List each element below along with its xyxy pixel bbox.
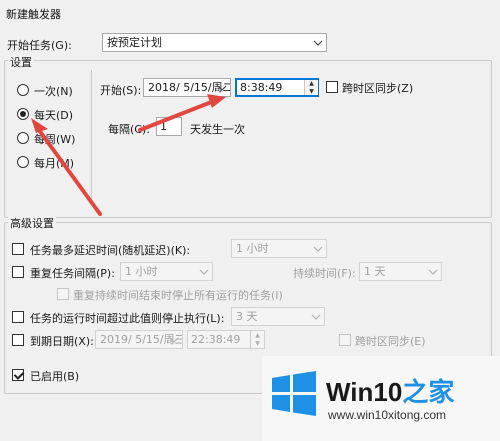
every-suffix: 天发生一次 bbox=[190, 123, 245, 136]
expire-time-value: 22:38:49 bbox=[191, 333, 241, 346]
start-date-picker[interactable]: 2018/ 5/15/周二 bbox=[143, 78, 231, 97]
radio-once[interactable] bbox=[17, 84, 29, 96]
stop-long-label: 任务的运行时间超过此值则停止执行(L): bbox=[30, 312, 225, 325]
every-days-value: 1 bbox=[160, 120, 167, 133]
radio-weekly-label: 每周(W) bbox=[34, 133, 76, 146]
chevron-down-icon bbox=[310, 240, 326, 257]
start-label: 开始(S): bbox=[100, 84, 142, 97]
enabled-checkbox[interactable] bbox=[12, 369, 24, 381]
expire-sync-label: 跨时区同步(E) bbox=[355, 335, 426, 348]
watermark-brand-suffix: 之家 bbox=[402, 377, 455, 407]
delay-label: 任务最多延迟时间(随机延迟)(K): bbox=[30, 244, 191, 257]
spin-down-icon[interactable]: ▼ bbox=[305, 88, 318, 96]
watermark: Win10之家 www.win10xitong.com bbox=[262, 356, 500, 441]
radio-daily[interactable] bbox=[17, 108, 29, 120]
chevron-down-icon bbox=[308, 308, 324, 325]
window-title: 新建触发器 bbox=[6, 8, 61, 21]
start-time-spinner[interactable]: ▲ ▼ bbox=[304, 80, 318, 95]
calendar-dropdown-icon[interactable] bbox=[214, 79, 230, 96]
stop-long-value: 3 天 bbox=[236, 310, 258, 323]
start-task-value: 按预定计划 bbox=[107, 36, 162, 49]
settings-divider bbox=[91, 70, 92, 200]
stop-long-checkbox[interactable] bbox=[12, 311, 24, 323]
watermark-url: www.win10xitong.com bbox=[328, 408, 447, 422]
enabled-label: 已启用(B) bbox=[30, 370, 80, 383]
duration-label: 持续时间(F): bbox=[293, 267, 356, 280]
watermark-brand: Win10 bbox=[326, 377, 403, 407]
start-task-select[interactable]: 按预定计划 bbox=[102, 33, 327, 52]
chevron-down-icon bbox=[196, 263, 212, 280]
expire-date-picker[interactable]: 2019/ 5/15/周三 bbox=[95, 330, 183, 349]
delay-checkbox[interactable] bbox=[12, 243, 24, 255]
sync-timezone-checkbox[interactable] bbox=[326, 81, 338, 93]
stop-long-select[interactable]: 3 天 bbox=[231, 307, 325, 326]
chevron-down-icon bbox=[310, 34, 326, 51]
delay-select[interactable]: 1 小时 bbox=[231, 239, 327, 258]
sync-timezone-label: 跨时区同步(Z) bbox=[342, 82, 414, 95]
radio-monthly-label: 每月(M) bbox=[34, 157, 75, 170]
expire-sync-checkbox[interactable] bbox=[339, 334, 351, 346]
duration-select[interactable]: 1 天 bbox=[359, 262, 442, 281]
radio-once-label: 一次(N) bbox=[34, 85, 73, 98]
repeat-select[interactable]: 1 小时 bbox=[120, 262, 213, 281]
chevron-down-icon bbox=[425, 263, 441, 280]
expire-label: 到期日期(X): bbox=[30, 335, 94, 348]
repeat-label: 重复任务间隔(P): bbox=[30, 267, 115, 280]
spin-up-icon[interactable]: ▲ bbox=[305, 80, 318, 88]
spin-down-icon[interactable]: ▼ bbox=[251, 340, 264, 349]
every-days-input[interactable]: 1 bbox=[156, 117, 182, 136]
spin-up-icon[interactable]: ▲ bbox=[251, 331, 264, 340]
calendar-dropdown-icon[interactable] bbox=[166, 331, 182, 348]
start-task-label: 开始任务(G): bbox=[7, 39, 72, 52]
radio-weekly[interactable] bbox=[17, 132, 29, 144]
stop-all-label: 重复持续时间结束时停止所有运行的任务(I) bbox=[73, 289, 283, 302]
stop-all-checkbox[interactable] bbox=[57, 288, 69, 300]
delay-value: 1 小时 bbox=[236, 242, 269, 255]
expire-time-spinner[interactable]: ▲ ▼ bbox=[250, 331, 264, 348]
duration-value: 1 天 bbox=[364, 265, 386, 278]
every-label: 每隔(C): bbox=[108, 123, 150, 136]
start-time-value: 8:38:49 bbox=[240, 81, 283, 94]
repeat-checkbox[interactable] bbox=[12, 266, 24, 278]
windows-logo-icon bbox=[272, 371, 316, 416]
expire-checkbox[interactable] bbox=[12, 334, 24, 346]
radio-monthly[interactable] bbox=[17, 156, 29, 168]
settings-caption: 设置 bbox=[8, 54, 34, 70]
advanced-caption: 高级设置 bbox=[8, 215, 56, 231]
repeat-value: 1 小时 bbox=[125, 265, 158, 278]
radio-daily-label: 每天(D) bbox=[34, 109, 74, 122]
